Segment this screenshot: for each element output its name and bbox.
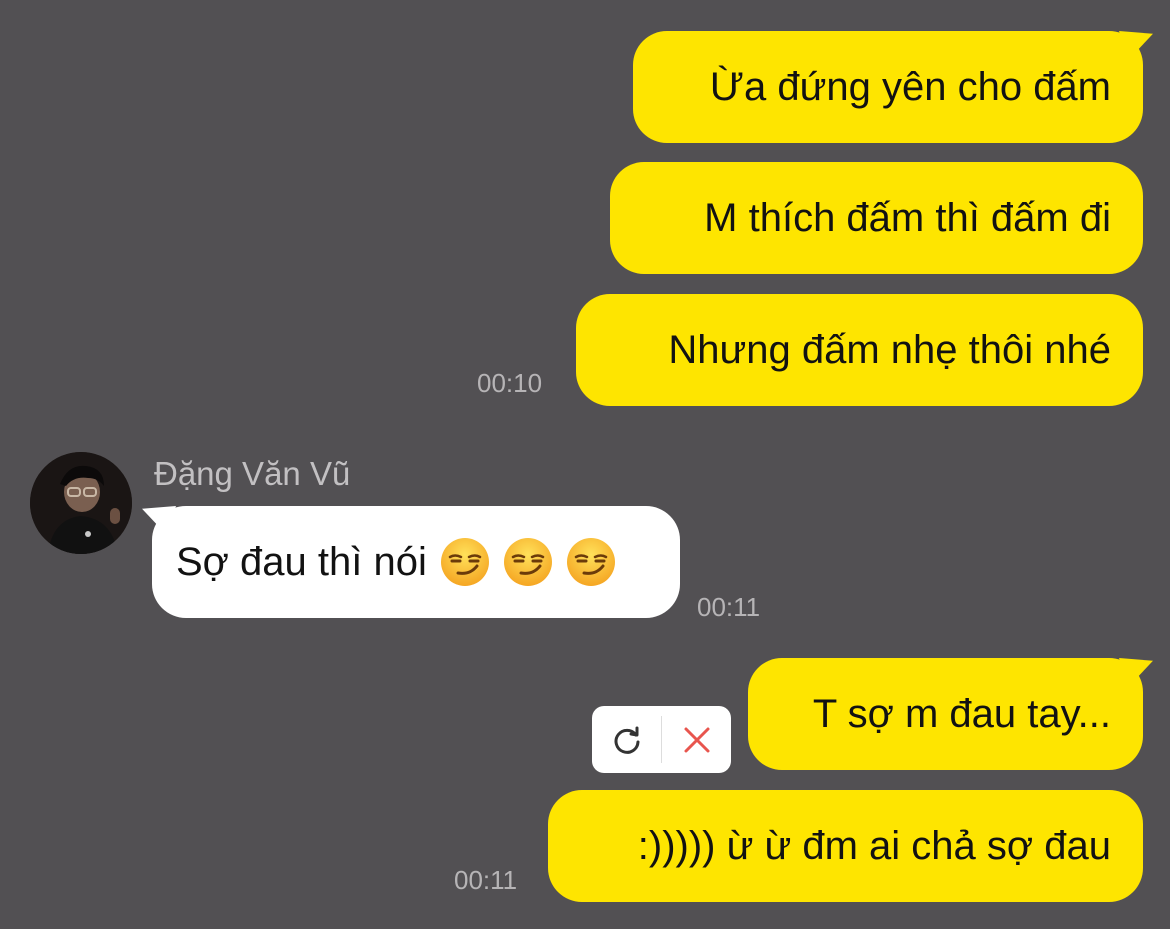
- message-text: Sợ đau thì nói: [176, 540, 427, 584]
- message-timestamp: 00:11: [454, 865, 518, 895]
- chat-thread: Ừa đứng yên cho đấm M thích đấm thì đấm …: [0, 0, 1170, 929]
- message-text: Nhưng đấm nhẹ thôi nhé: [668, 328, 1111, 372]
- message-text: :))))) ừ ừ đm ai chả sợ đau: [637, 824, 1111, 868]
- smirking-face-icon: [503, 538, 552, 586]
- bubble-tail: [142, 506, 176, 534]
- bubble-tail: [1119, 658, 1153, 686]
- sender-name: Đặng Văn Vũ: [154, 455, 351, 492]
- message-text: Ừa đứng yên cho đấm: [709, 65, 1111, 109]
- incoming-message-bubble[interactable]: Sợ đau thì nói: [142, 506, 680, 618]
- smirking-face-icon: [440, 538, 489, 586]
- message-timestamp: 00:10: [477, 368, 543, 398]
- delete-button[interactable]: [662, 706, 731, 773]
- outgoing-message-bubble[interactable]: M thích đấm thì đấm đi: [610, 162, 1143, 274]
- message-text: M thích đấm thì đấm đi: [704, 196, 1111, 240]
- message-timestamp: 00:11: [697, 592, 761, 622]
- message-text: T sợ m đau tay...: [812, 692, 1111, 736]
- retry-button[interactable]: [592, 706, 661, 773]
- bubble-tail: [1119, 31, 1153, 59]
- outgoing-message-bubble[interactable]: Nhưng đấm nhẹ thôi nhé: [576, 294, 1143, 406]
- delete-icon: [684, 727, 709, 752]
- failed-message-actions: [592, 706, 731, 773]
- person-photo-avatar-icon: [30, 452, 132, 554]
- retry-icon: [614, 726, 639, 754]
- outgoing-message-bubble[interactable]: T sợ m đau tay...: [748, 658, 1153, 770]
- smirking-face-icon: [566, 538, 615, 586]
- outgoing-message-bubble[interactable]: Ừa đứng yên cho đấm: [633, 31, 1153, 143]
- sender-avatar[interactable]: [30, 452, 132, 554]
- outgoing-message-bubble[interactable]: :))))) ừ ừ đm ai chả sợ đau: [548, 790, 1143, 902]
